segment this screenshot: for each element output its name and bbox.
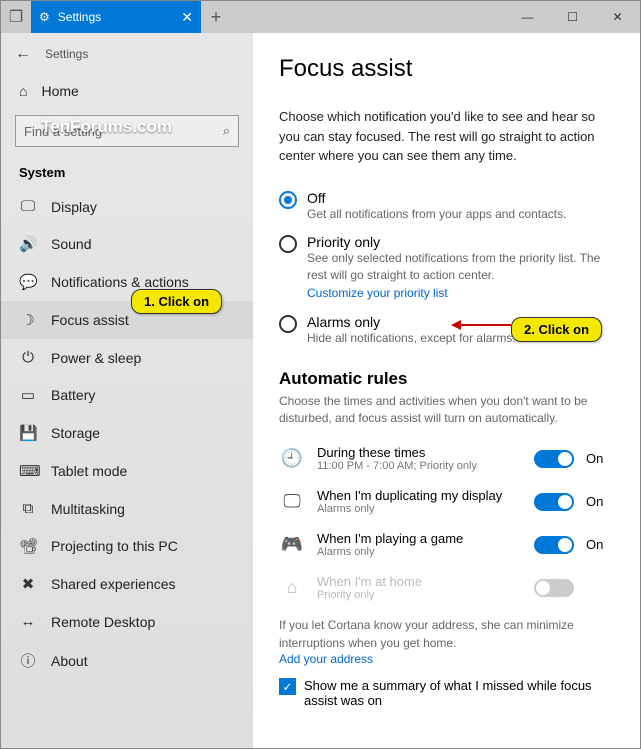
summary-checkbox[interactable]: ✓ bbox=[279, 678, 296, 695]
search-placeholder: Find a setting bbox=[24, 124, 102, 139]
home-icon: ⌂ bbox=[19, 83, 27, 99]
multitask-icon: ⧉ bbox=[19, 500, 37, 517]
radio-priority[interactable]: Priority only See only selected notifica… bbox=[279, 228, 614, 308]
search-icon: ⌕ bbox=[223, 123, 230, 139]
radio-off[interactable]: Off Get all notifications from your apps… bbox=[279, 184, 614, 229]
search-wrap: Find a setting ⌕ bbox=[15, 115, 239, 147]
house-icon: ⌂ bbox=[279, 575, 305, 601]
new-tab-button[interactable]: + bbox=[201, 1, 231, 33]
notifications-icon: 💬 bbox=[19, 273, 37, 291]
back-icon: ← bbox=[15, 45, 31, 63]
battery-icon: ▭ bbox=[19, 386, 37, 404]
rule-times[interactable]: 🕘 During these times11:00 PM - 7:00 AM; … bbox=[279, 437, 614, 480]
summary-check-label: Show me a summary of what I missed while… bbox=[304, 678, 614, 708]
tablet-icon: ⌨ bbox=[19, 462, 37, 480]
sidebar-item-power[interactable]: ⏻Power & sleep bbox=[1, 339, 253, 376]
callout-1: 1. Click on bbox=[131, 289, 222, 314]
radio-alarms-label: Alarms only bbox=[307, 314, 516, 330]
sidebar-item-battery[interactable]: ▭Battery bbox=[1, 376, 253, 414]
app-multitask-icon[interactable]: ❐ bbox=[1, 1, 31, 33]
rule-display-toggle[interactable] bbox=[534, 493, 574, 511]
sidebar-item-display[interactable]: 🖵Display bbox=[1, 188, 253, 225]
radio-off-sub: Get all notifications from your apps and… bbox=[307, 206, 566, 223]
page-description: Choose which notification you'd like to … bbox=[279, 107, 614, 166]
rule-game-toggle[interactable] bbox=[534, 536, 574, 554]
sound-icon: 🔊 bbox=[19, 235, 37, 253]
radio-priority-label: Priority only bbox=[307, 234, 614, 250]
window-controls: — ☐ ✕ bbox=[505, 1, 640, 33]
radio-alarms-input[interactable] bbox=[279, 315, 297, 333]
back-row[interactable]: ← Settings bbox=[1, 41, 253, 73]
radio-priority-input[interactable] bbox=[279, 235, 297, 253]
tab-strip: ❐ ⚙ Settings ✕ + bbox=[1, 1, 231, 33]
search-input[interactable]: Find a setting ⌕ bbox=[15, 115, 239, 147]
automatic-rules-heading: Automatic rules bbox=[279, 369, 614, 389]
clock-icon: 🕘 bbox=[279, 446, 305, 472]
add-address-link[interactable]: Add your address bbox=[279, 652, 614, 666]
sidebar-item-tablet[interactable]: ⌨Tablet mode bbox=[1, 452, 253, 490]
radio-alarms-sub: Hide all notifications, except for alarm… bbox=[307, 330, 516, 347]
sidebar-item-shared[interactable]: ✖Shared experiences bbox=[1, 565, 253, 603]
info-icon: ⓘ bbox=[19, 650, 37, 671]
sidebar-item-about[interactable]: ⓘAbout bbox=[1, 640, 253, 681]
monitor-icon: 🖵 bbox=[279, 489, 305, 515]
radio-off-label: Off bbox=[307, 190, 566, 206]
remote-icon: ↔ bbox=[19, 613, 37, 630]
sidebar-item-projecting[interactable]: 📽Projecting to this PC bbox=[1, 527, 253, 565]
moon-icon: ☽ bbox=[19, 311, 37, 329]
summary-check-row[interactable]: ✓ Show me a summary of what I missed whi… bbox=[279, 678, 614, 708]
tab-label: Settings bbox=[58, 10, 101, 24]
rule-game[interactable]: 🎮 When I'm playing a gameAlarms only On bbox=[279, 523, 614, 566]
rule-home-toggle bbox=[534, 579, 574, 597]
radio-off-input[interactable] bbox=[279, 191, 297, 209]
sidebar-item-storage[interactable]: 💾Storage bbox=[1, 414, 253, 452]
rule-home: ⌂ When I'm at homePriority only bbox=[279, 566, 614, 609]
project-icon: 📽 bbox=[19, 537, 37, 555]
home-label: Home bbox=[41, 83, 78, 99]
sidebar-item-multitasking[interactable]: ⧉Multitasking bbox=[1, 490, 253, 527]
callout-2: 2. Click on bbox=[511, 317, 602, 342]
main-panel: Focus assist Choose which notification y… bbox=[253, 33, 640, 748]
cortana-hint: If you let Cortana know your address, sh… bbox=[279, 617, 614, 652]
automatic-rules-desc: Choose the times and activities when you… bbox=[279, 393, 614, 428]
sidebar-item-sound[interactable]: 🔊Sound bbox=[1, 225, 253, 263]
radio-priority-sub: See only selected notifications from the… bbox=[307, 250, 614, 284]
display-icon: 🖵 bbox=[19, 198, 37, 215]
storage-icon: 💾 bbox=[19, 424, 37, 442]
back-label: Settings bbox=[45, 47, 88, 61]
sidebar-home[interactable]: ⌂ Home bbox=[1, 73, 253, 109]
sidebar-nav: 🖵Display 🔊Sound 💬Notifications & actions… bbox=[1, 184, 253, 685]
sidebar: ← Settings ⌂ Home TenForums.com Find a s… bbox=[1, 33, 253, 748]
gear-icon: ⚙ bbox=[39, 10, 50, 24]
tab-close-icon[interactable]: ✕ bbox=[181, 9, 193, 26]
customize-priority-link[interactable]: Customize your priority list bbox=[307, 286, 448, 300]
minimize-button[interactable]: — bbox=[505, 1, 550, 33]
gamepad-icon: 🎮 bbox=[279, 532, 305, 558]
power-icon: ⏻ bbox=[19, 349, 37, 366]
sidebar-category: System bbox=[1, 161, 253, 184]
maximize-button[interactable]: ☐ bbox=[550, 1, 595, 33]
window-titlebar: ❐ ⚙ Settings ✕ + — ☐ ✕ bbox=[1, 1, 640, 33]
rule-times-toggle[interactable] bbox=[534, 450, 574, 468]
rule-duplicate-display[interactable]: 🖵 When I'm duplicating my displayAlarms … bbox=[279, 480, 614, 523]
close-button[interactable]: ✕ bbox=[595, 1, 640, 33]
shared-icon: ✖ bbox=[19, 575, 37, 593]
sidebar-item-remote[interactable]: ↔Remote Desktop bbox=[1, 603, 253, 640]
page-title: Focus assist bbox=[279, 55, 614, 83]
tab-settings[interactable]: ⚙ Settings ✕ bbox=[31, 1, 201, 33]
